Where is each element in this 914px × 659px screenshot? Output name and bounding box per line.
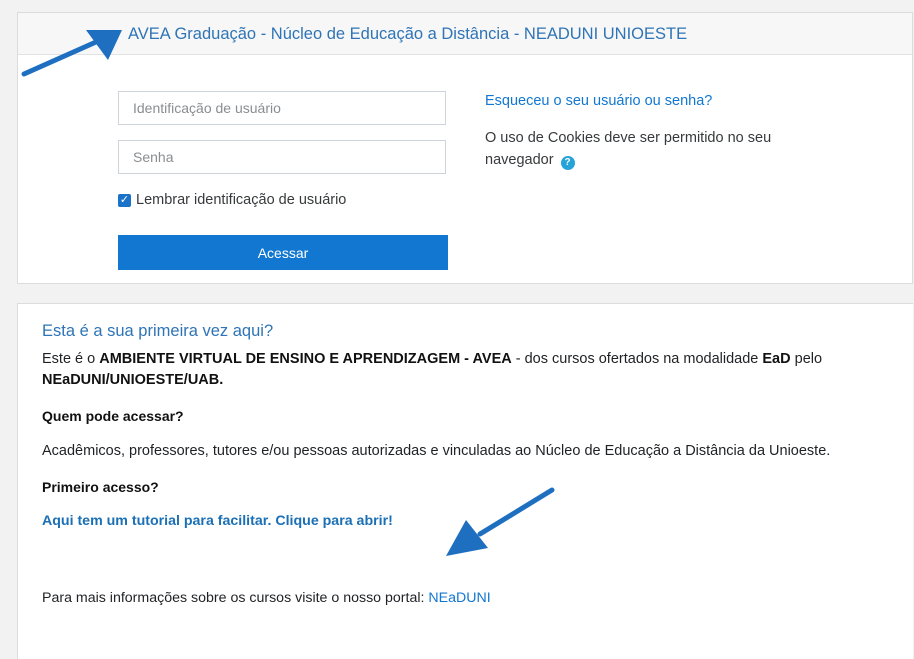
portal-link[interactable]: NEaDUNI [428,590,490,606]
arrow-pointing-tutorial-icon [446,487,555,556]
first-visit-title: Esta é a sua primeira vez aqui? [42,322,274,340]
intro-bold-neaduni: NEaDUNI/UNIOESTE/UAB. [42,372,224,388]
tutorial-link[interactable]: Aqui tem um tutorial para facilitar. Cli… [42,513,393,529]
intro-text-1: Este é o [42,351,100,367]
login-panel: AVEA Graduação - Núcleo de Educação a Di… [17,12,913,284]
forgot-password-link[interactable]: Esqueceu o seu usuário ou senha? [485,93,712,109]
arrow-pointing-title-icon [21,30,122,77]
intro-bold-avea: AMBIENTE VIRTUAL DE ENSINO E APRENDIZAGE… [99,351,512,367]
who-can-access-heading: Quem pode acessar? [42,408,184,424]
remember-username-control[interactable]: ✓ Lembrar identificação de usuário [118,192,346,208]
password-input[interactable] [118,140,446,174]
intro-text-3: pelo [790,351,823,367]
username-input[interactable] [118,91,446,125]
site-title: AVEA Graduação - Núcleo de Educação a Di… [128,25,688,43]
intro-paragraph: Este é o AMBIENTE VIRTUAL DE ENSINO E AP… [42,349,842,391]
question-circle-icon[interactable]: ? [560,156,575,170]
login-button[interactable]: Acessar [118,235,448,270]
who-can-access-text: Acadêmicos, professores, tutores e/ou pe… [42,443,831,459]
portal-text: Para mais informações sobre os cursos vi… [42,590,429,606]
cookies-notice-text: O uso de Cookies deve ser permitido no s… [485,130,772,168]
cookies-notice: O uso de Cookies deve ser permitido no s… [485,127,825,171]
portal-info: Para mais informações sobre os cursos vi… [42,590,913,606]
intro-bold-ead: EaD [762,351,791,367]
login-header: AVEA Graduação - Núcleo de Educação a Di… [18,13,912,55]
page-background: AVEA Graduação - Núcleo de Educação a Di… [0,0,914,659]
remember-label: Lembrar identificação de usuário [136,192,347,208]
remember-checkbox[interactable]: ✓ [118,193,131,207]
intro-text-2: - dos cursos ofertados na modalidade [511,351,763,367]
first-visit-panel: Esta é a sua primeira vez aqui? Este é o… [17,303,913,659]
